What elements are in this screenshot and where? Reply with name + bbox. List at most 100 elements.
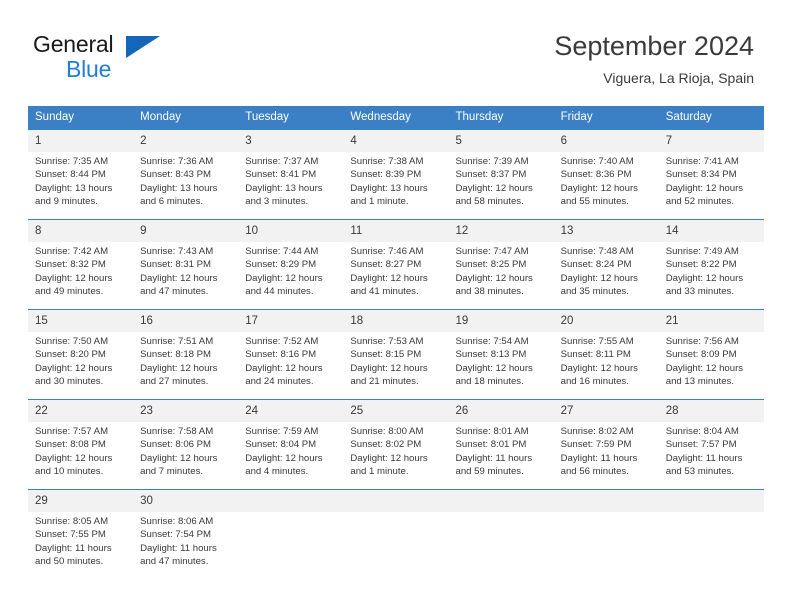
day-number[interactable]: 21: [659, 310, 764, 332]
day-number[interactable]: 16: [133, 310, 238, 332]
day-cell[interactable]: Sunrise: 7:37 AM Sunset: 8:41 PM Dayligh…: [238, 152, 343, 219]
day-cell[interactable]: Sunrise: 8:05 AM Sunset: 7:55 PM Dayligh…: [28, 512, 133, 584]
day-number-empty: [554, 490, 659, 512]
day-cell[interactable]: Sunrise: 7:44 AM Sunset: 8:29 PM Dayligh…: [238, 242, 343, 309]
day-number[interactable]: 27: [554, 400, 659, 422]
day-cell[interactable]: Sunrise: 8:06 AM Sunset: 7:54 PM Dayligh…: [133, 512, 238, 584]
sunset-text: Sunset: 8:39 PM: [350, 169, 422, 181]
sunrise-text: Sunrise: 7:56 AM: [665, 336, 739, 347]
daylight-text-line1: Daylight: 12 hours: [140, 272, 218, 284]
sunset-text: Sunset: 8:11 PM: [560, 349, 631, 361]
day-cell[interactable]: Sunrise: 7:38 AM Sunset: 8:39 PM Dayligh…: [343, 152, 448, 219]
daylight-text-line1: Daylight: 11 hours: [140, 542, 217, 554]
day-number[interactable]: 3: [238, 130, 343, 152]
daylight-text-line1: Daylight: 12 hours: [560, 362, 638, 374]
daylight-text-line1: Daylight: 12 hours: [455, 182, 533, 194]
day-number[interactable]: 22: [28, 400, 133, 422]
daylight-text-line1: Daylight: 13 hours: [245, 182, 323, 194]
sunset-text: Sunset: 8:29 PM: [245, 259, 317, 271]
day-number[interactable]: 10: [238, 220, 343, 242]
day-number[interactable]: 9: [133, 220, 238, 242]
day-cell[interactable]: Sunrise: 7:59 AM Sunset: 8:04 PM Dayligh…: [238, 422, 343, 489]
day-cell[interactable]: Sunrise: 7:46 AM Sunset: 8:27 PM Dayligh…: [343, 242, 448, 309]
day-cell[interactable]: Sunrise: 8:04 AM Sunset: 7:57 PM Dayligh…: [659, 422, 764, 489]
day-number[interactable]: 29: [28, 490, 133, 512]
week-day-details: Sunrise: 7:42 AM Sunset: 8:32 PM Dayligh…: [28, 242, 764, 309]
daylight-text-line2: and 33 minutes.: [665, 285, 735, 297]
daylight-text-line1: Daylight: 11 hours: [665, 452, 743, 464]
sunset-text: Sunset: 7:59 PM: [560, 439, 632, 451]
day-cell[interactable]: Sunrise: 8:02 AM Sunset: 7:59 PM Dayligh…: [554, 422, 659, 489]
sunset-text: Sunset: 8:15 PM: [350, 349, 422, 361]
day-number[interactable]: 2: [133, 130, 238, 152]
day-cell[interactable]: Sunrise: 7:56 AM Sunset: 8:09 PM Dayligh…: [659, 332, 764, 399]
day-cell[interactable]: Sunrise: 7:43 AM Sunset: 8:31 PM Dayligh…: [133, 242, 238, 309]
day-cell[interactable]: Sunrise: 7:53 AM Sunset: 8:15 PM Dayligh…: [343, 332, 448, 399]
sunrise-text: Sunrise: 7:39 AM: [455, 156, 529, 167]
day-cell[interactable]: Sunrise: 8:01 AM Sunset: 8:01 PM Dayligh…: [449, 422, 554, 489]
daylight-text-line2: and 4 minutes.: [245, 465, 309, 477]
sunrise-text: Sunrise: 7:50 AM: [35, 336, 109, 347]
day-number[interactable]: 20: [554, 310, 659, 332]
day-cell[interactable]: Sunrise: 7:49 AM Sunset: 8:22 PM Dayligh…: [659, 242, 764, 309]
sunrise-text: Sunrise: 7:49 AM: [665, 246, 739, 257]
day-number[interactable]: 24: [238, 400, 343, 422]
day-number[interactable]: 13: [554, 220, 659, 242]
day-number[interactable]: 30: [133, 490, 238, 512]
sunset-text: Sunset: 8:01 PM: [455, 439, 527, 451]
day-cell[interactable]: Sunrise: 7:48 AM Sunset: 8:24 PM Dayligh…: [554, 242, 659, 309]
sunrise-text: Sunrise: 7:40 AM: [560, 156, 634, 167]
sunset-text: Sunset: 8:37 PM: [455, 169, 527, 181]
day-cell[interactable]: Sunrise: 7:54 AM Sunset: 8:13 PM Dayligh…: [449, 332, 554, 399]
daylight-text-line1: Daylight: 13 hours: [140, 182, 218, 194]
daylight-text-line1: Daylight: 12 hours: [350, 362, 428, 374]
daylight-text-line1: Daylight: 12 hours: [350, 452, 428, 464]
day-number[interactable]: 6: [554, 130, 659, 152]
daylight-text-line2: and 10 minutes.: [35, 465, 104, 477]
day-cell-empty: [343, 512, 448, 584]
day-number[interactable]: 12: [449, 220, 554, 242]
day-number[interactable]: 17: [238, 310, 343, 332]
weekday-header-wednesday: Wednesday: [350, 111, 411, 123]
day-number[interactable]: 15: [28, 310, 133, 332]
day-cell[interactable]: Sunrise: 7:39 AM Sunset: 8:37 PM Dayligh…: [449, 152, 554, 219]
day-number[interactable]: 7: [659, 130, 764, 152]
day-number[interactable]: 25: [343, 400, 448, 422]
daylight-text-line2: and 47 minutes.: [140, 555, 209, 567]
day-cell[interactable]: Sunrise: 7:55 AM Sunset: 8:11 PM Dayligh…: [554, 332, 659, 399]
day-cell[interactable]: Sunrise: 7:41 AM Sunset: 8:34 PM Dayligh…: [659, 152, 764, 219]
day-number[interactable]: 18: [343, 310, 448, 332]
day-cell[interactable]: Sunrise: 8:00 AM Sunset: 8:02 PM Dayligh…: [343, 422, 448, 489]
daylight-text-line2: and 59 minutes.: [455, 465, 524, 477]
sunset-text: Sunset: 8:04 PM: [245, 439, 317, 451]
day-number[interactable]: 4: [343, 130, 448, 152]
daylight-text-line2: and 3 minutes.: [245, 195, 309, 207]
day-cell[interactable]: Sunrise: 7:36 AM Sunset: 8:43 PM Dayligh…: [133, 152, 238, 219]
day-cell[interactable]: Sunrise: 7:47 AM Sunset: 8:25 PM Dayligh…: [449, 242, 554, 309]
day-cell[interactable]: Sunrise: 7:50 AM Sunset: 8:20 PM Dayligh…: [28, 332, 133, 399]
day-cell[interactable]: Sunrise: 7:52 AM Sunset: 8:16 PM Dayligh…: [238, 332, 343, 399]
daylight-text-line1: Daylight: 12 hours: [665, 272, 744, 284]
weekday-header-friday: Friday: [560, 111, 593, 123]
day-number[interactable]: 8: [28, 220, 133, 242]
day-number[interactable]: 23: [133, 400, 238, 422]
day-cell[interactable]: Sunrise: 7:57 AM Sunset: 8:08 PM Dayligh…: [28, 422, 133, 489]
day-number[interactable]: 26: [449, 400, 554, 422]
day-cell[interactable]: Sunrise: 7:40 AM Sunset: 8:36 PM Dayligh…: [554, 152, 659, 219]
daylight-text-line1: Daylight: 12 hours: [35, 362, 113, 374]
calendar-week-row: 15 16 17 18 19 20 21 Sunrise: 7:50 AM Su…: [28, 309, 764, 399]
day-number[interactable]: 1: [28, 130, 133, 152]
day-cell[interactable]: Sunrise: 7:35 AM Sunset: 8:44 PM Dayligh…: [28, 152, 133, 219]
day-cell[interactable]: Sunrise: 7:58 AM Sunset: 8:06 PM Dayligh…: [133, 422, 238, 489]
day-cell[interactable]: Sunrise: 7:42 AM Sunset: 8:32 PM Dayligh…: [28, 242, 133, 309]
daylight-text-line2: and 13 minutes.: [665, 375, 735, 387]
day-number[interactable]: 19: [449, 310, 554, 332]
day-number[interactable]: 28: [659, 400, 764, 422]
day-number[interactable]: 5: [449, 130, 554, 152]
daylight-text-line1: Daylight: 12 hours: [245, 452, 323, 464]
sunrise-text: Sunrise: 7:59 AM: [245, 426, 319, 437]
day-number[interactable]: 14: [659, 220, 764, 242]
day-cell[interactable]: Sunrise: 7:51 AM Sunset: 8:18 PM Dayligh…: [133, 332, 238, 399]
weekday-header-monday: Monday: [140, 111, 182, 123]
day-number[interactable]: 11: [343, 220, 448, 242]
